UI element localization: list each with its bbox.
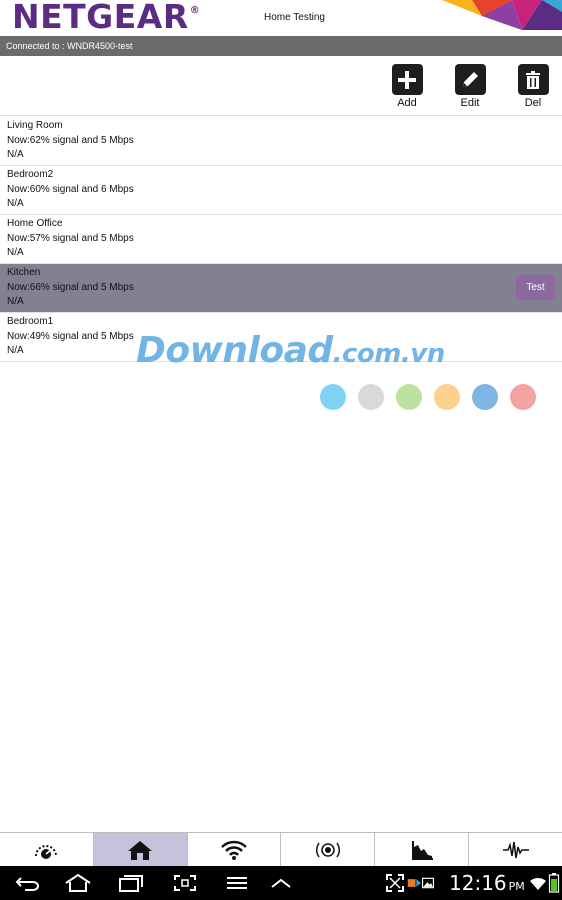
- location-signal: Now:60% signal and 6 Mbps: [7, 183, 134, 195]
- connection-status-bar: Connected to : WNDR4500-test: [0, 36, 562, 56]
- location-name: Living Room: [7, 120, 63, 131]
- battery-icon: [540, 873, 562, 893]
- download-watermark: Download.com.vn: [136, 330, 445, 371]
- screenshot-icon[interactable]: [171, 873, 199, 893]
- menu-icon[interactable]: [223, 873, 251, 893]
- watermark-dot: [320, 384, 346, 410]
- tab-chart[interactable]: [375, 833, 470, 866]
- watermark-dots: [320, 384, 536, 410]
- chevron-up-icon[interactable]: [267, 873, 295, 893]
- location-name: Bedroom1: [7, 316, 54, 327]
- location-signal: Now:57% signal and 5 Mbps: [7, 232, 134, 244]
- location-status: N/A: [7, 198, 24, 209]
- netgear-logo: NETGEAR®: [12, 0, 201, 36]
- home-nav-icon[interactable]: [64, 873, 92, 893]
- add-label: Add: [397, 97, 417, 109]
- location-list: Living Room Now:62% signal and 5 Mbps N/…: [0, 117, 562, 362]
- system-navigation-bar: 12:16 PM: [0, 866, 562, 900]
- notification-icon: [407, 873, 435, 893]
- list-item[interactable]: Home Office Now:57% signal and 5 Mbps N/…: [0, 215, 562, 264]
- watermark-dot: [396, 384, 422, 410]
- pencil-icon: [454, 64, 486, 95]
- wifi-icon: [221, 840, 247, 860]
- list-item[interactable]: Bedroom2 Now:60% signal and 6 Mbps N/A: [0, 166, 562, 215]
- watermark-dot: [510, 384, 536, 410]
- location-name: Home Office: [7, 218, 63, 229]
- location-signal: Now:62% signal and 5 Mbps: [7, 134, 134, 146]
- fullscreen-icon: [381, 873, 409, 893]
- watermark-dot: [434, 384, 460, 410]
- edit-label: Edit: [460, 97, 480, 109]
- location-toolbar: Add Edit Del: [0, 56, 562, 116]
- list-item[interactable]: Living Room Now:62% signal and 5 Mbps N/…: [0, 117, 562, 166]
- edit-button[interactable]: Edit: [450, 64, 490, 109]
- tab-waveform[interactable]: [469, 833, 562, 866]
- back-icon[interactable]: [14, 873, 42, 893]
- delete-label: Del: [524, 97, 542, 109]
- app-header: NETGEAR® Home Testing: [0, 0, 562, 36]
- plus-icon: [391, 64, 423, 95]
- tab-signal[interactable]: [281, 833, 376, 866]
- location-status: N/A: [7, 247, 24, 258]
- status-clock: 12:16 PM: [449, 871, 525, 895]
- bottom-tab-bar: [0, 832, 562, 866]
- watermark-dot: [472, 384, 498, 410]
- speedometer-icon: [35, 844, 58, 859]
- list-item-selected[interactable]: Kitchen Now:66% signal and 5 Mbps N/A Te…: [0, 264, 562, 313]
- test-button[interactable]: Test: [516, 275, 555, 300]
- watermark-dot: [358, 384, 384, 410]
- tab-wifi[interactable]: [188, 833, 282, 866]
- tab-home[interactable]: [93, 833, 188, 866]
- delete-button[interactable]: Del: [513, 64, 553, 109]
- page-title: Home Testing: [264, 12, 325, 23]
- recent-apps-icon[interactable]: [117, 873, 145, 893]
- location-name: Kitchen: [7, 267, 41, 278]
- location-status: N/A: [7, 149, 24, 160]
- waveform-icon: [502, 841, 529, 858]
- brand-graphic-icon: [442, 0, 562, 30]
- add-button[interactable]: Add: [387, 64, 427, 109]
- trash-icon: [517, 64, 549, 95]
- home-icon: [128, 840, 153, 860]
- location-signal: Now:66% signal and 5 Mbps: [7, 281, 134, 293]
- area-chart-icon: [411, 840, 433, 860]
- location-name: Bedroom2: [7, 169, 54, 180]
- tab-dashboard[interactable]: [0, 833, 94, 866]
- location-status: N/A: [7, 296, 24, 307]
- signal-target-icon: [315, 842, 340, 857]
